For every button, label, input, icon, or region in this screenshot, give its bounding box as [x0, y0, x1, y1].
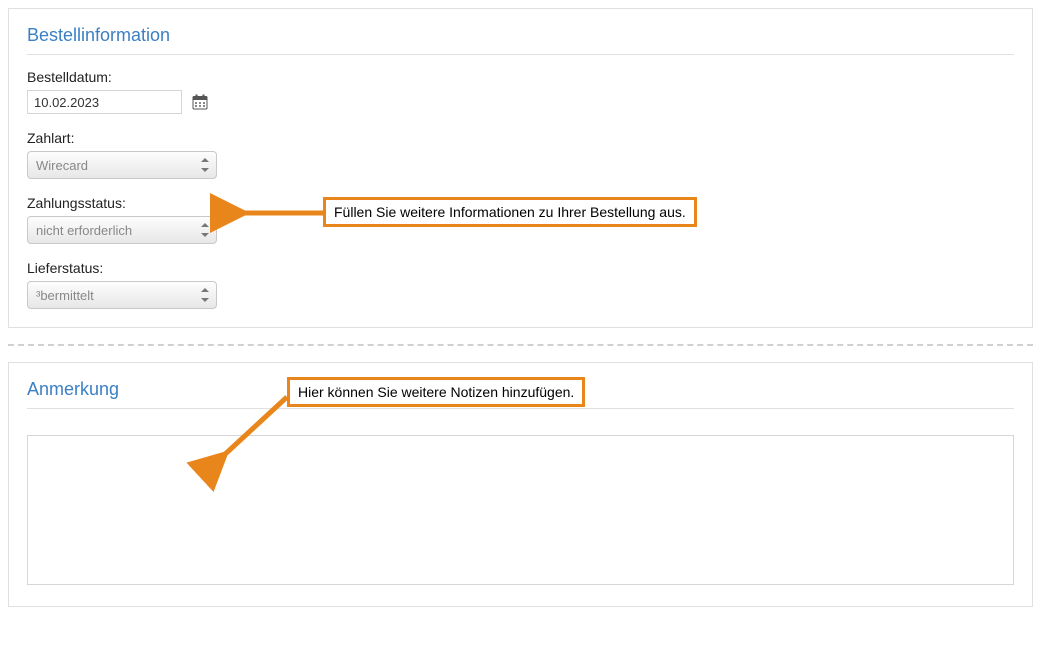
payment-method-value: Wirecard — [36, 158, 88, 173]
payment-status-value: nicht erforderlich — [36, 223, 132, 238]
arrow-downleft-icon — [204, 393, 299, 473]
updown-icon — [200, 158, 210, 172]
delivery-status-label: Lieferstatus: — [27, 260, 1014, 276]
note-panel: Anmerkung Hier können Sie weitere Notize… — [8, 362, 1033, 607]
order-date-label: Bestelldatum: — [27, 69, 1014, 85]
delivery-status-value: ³bermittelt — [36, 288, 94, 303]
order-info-title: Bestellinformation — [27, 25, 1014, 55]
delivery-status-select[interactable]: ³bermittelt — [27, 281, 217, 309]
delivery-status-row: Lieferstatus: ³bermittelt — [27, 260, 1014, 309]
note-textarea[interactable] — [27, 435, 1014, 585]
payment-method-select[interactable]: Wirecard — [27, 151, 217, 179]
order-info-callout: Füllen Sie weitere Informationen zu Ihre… — [323, 197, 697, 227]
section-divider — [8, 344, 1033, 346]
note-callout: Hier können Sie weitere Notizen hinzufüg… — [287, 377, 585, 407]
payment-status-select[interactable]: nicht erforderlich — [27, 216, 217, 244]
order-date-row: Bestelldatum: — [27, 69, 1014, 114]
payment-method-label: Zahlart: — [27, 130, 1014, 146]
calendar-icon[interactable] — [192, 94, 208, 110]
arrow-left-icon — [228, 201, 328, 227]
order-info-panel: Bestellinformation Bestelldatum: — [8, 8, 1033, 328]
updown-icon — [200, 288, 210, 302]
updown-icon — [200, 223, 210, 237]
order-date-input[interactable] — [27, 90, 182, 114]
payment-method-row: Zahlart: Wirecard — [27, 130, 1014, 179]
